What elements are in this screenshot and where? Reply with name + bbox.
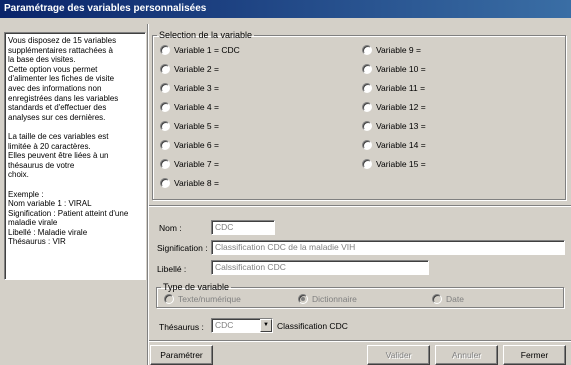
section-separator [149,205,571,207]
variable-4-radio[interactable]: Variable 4 = [160,102,219,112]
valider-button[interactable]: Valider [367,345,430,365]
radio-indicator [160,140,170,150]
button-separator [149,340,571,342]
type-text-numeric-radio[interactable]: Texte/numérique [164,294,241,304]
parametrer-button[interactable]: Paramétrer [150,345,213,365]
thesaurus-value: CDC [215,320,234,330]
variable-11-radio[interactable]: Variable 11 = [362,83,425,93]
fermer-button[interactable]: Fermer [503,345,566,365]
variable-3-radio[interactable]: Variable 3 = [160,83,219,93]
thesaurus-description: Classification CDC [277,321,348,331]
radio-indicator [362,64,372,74]
signification-field[interactable]: Classification CDC de la maladie VIH [211,240,565,255]
libelle-label: Libellé : [157,264,187,274]
radio-indicator [160,159,170,169]
radio-indicator [362,159,372,169]
variable-selection-group: Selection de la variable [152,30,566,200]
variable-6-radio[interactable]: Variable 6 = [160,140,219,150]
radio-indicator [362,121,372,131]
variable-13-radio[interactable]: Variable 13 = [362,121,426,131]
thesaurus-dropdown[interactable]: CDC ▼ [211,318,273,333]
radio-indicator [160,102,170,112]
nom-label: Nom : [159,223,182,233]
variable-5-radio[interactable]: Variable 5 = [160,121,219,131]
variable-9-radio[interactable]: Variable 9 = [362,45,421,55]
left-empty-panel [4,284,146,360]
variable-10-radio[interactable]: Variable 10 = [362,64,426,74]
radio-indicator [164,294,174,304]
radio-indicator [160,45,170,55]
variable-14-radio[interactable]: Variable 14 = [362,140,426,150]
variable-type-legend: Type de variable [163,282,230,292]
variable-15-radio[interactable]: Variable 15 = [362,159,426,169]
nom-field[interactable]: CDC [211,220,275,235]
radio-indicator [298,294,308,304]
radio-indicator [160,178,170,188]
variable-selection-legend: Selection de la variable [159,30,253,40]
variable-8-radio[interactable]: Variable 8 = [160,178,219,188]
radio-indicator [160,83,170,93]
radio-indicator [160,121,170,131]
annuler-button[interactable]: Annuler [435,345,498,365]
signification-label: Signification : [157,243,208,253]
help-text: Vous disposez de 15 variables supplément… [8,36,129,247]
chevron-down-icon[interactable]: ▼ [260,319,272,332]
variable-7-radio[interactable]: Variable 7 = [160,159,219,169]
radio-indicator [362,45,372,55]
help-panel: Vous disposez de 15 variables supplément… [4,32,146,280]
vertical-divider [147,24,149,365]
variable-1-radio[interactable]: Variable 1 = CDC [160,45,240,55]
type-date-radio[interactable]: Date [432,294,464,304]
libelle-field[interactable]: Calssification CDC [211,260,429,275]
window-title: Paramétrage des variables personnalisées [0,0,571,18]
radio-indicator [362,102,372,112]
variable-12-radio[interactable]: Variable 12 = [362,102,426,112]
radio-indicator [362,83,372,93]
thesaurus-label: Thésaurus : [159,322,204,332]
radio-indicator [362,140,372,150]
radio-indicator [432,294,442,304]
type-dictionary-radio[interactable]: Dictionnaire [298,294,357,304]
variable-2-radio[interactable]: Variable 2 = [160,64,219,74]
radio-indicator [160,64,170,74]
